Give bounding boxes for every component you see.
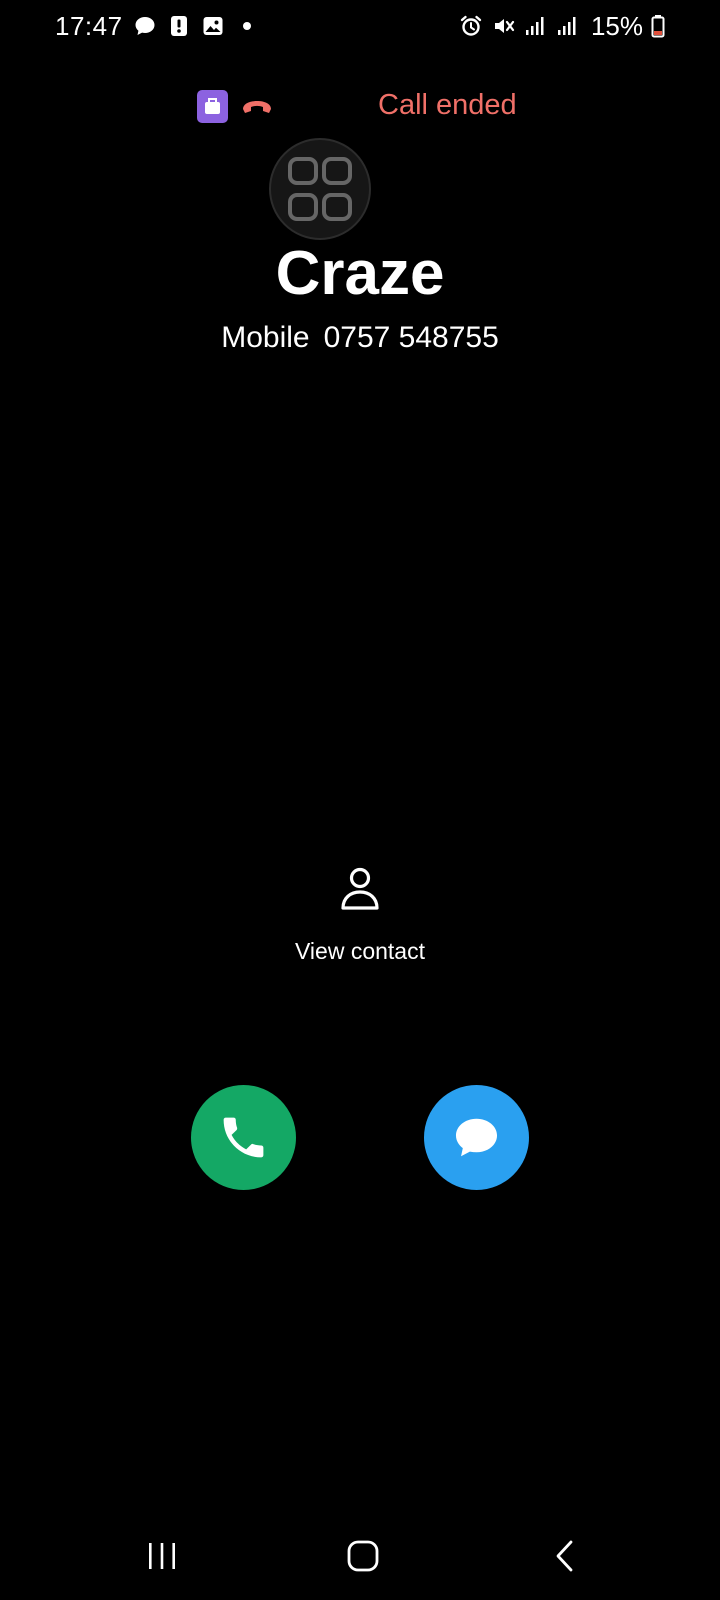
- home-button[interactable]: [332, 1536, 392, 1576]
- call-status: Call ended: [378, 89, 517, 121]
- navigation-bar: [0, 1520, 720, 1592]
- number-type-label: Mobile: [221, 321, 310, 354]
- view-contact-button[interactable]: View contact: [260, 862, 460, 974]
- status-time: 17:47: [55, 10, 123, 41]
- battery-percentage: 15%: [590, 10, 643, 41]
- gallery-icon: [203, 17, 223, 35]
- call-state-row: Call ended: [0, 86, 720, 126]
- signal-icon: [525, 17, 544, 35]
- status-bar: 17:47 15%: [0, 0, 720, 52]
- home-icon: [347, 1540, 379, 1572]
- apps-grid-icon: [288, 157, 352, 221]
- status-bar-left: 17:47: [55, 10, 251, 42]
- vibrate-mute-icon: [494, 19, 515, 33]
- back-icon: [556, 1540, 573, 1572]
- contact-name: Craze: [275, 239, 445, 308]
- recents-button[interactable]: [132, 1536, 192, 1576]
- call-ended-icon: [243, 101, 271, 113]
- work-profile-badge-icon: [197, 90, 228, 123]
- alarm-icon: [460, 15, 482, 36]
- message-bubble-icon: [455, 1118, 498, 1157]
- view-contact-label: View contact: [295, 938, 425, 964]
- chat-bubble-icon: [135, 17, 155, 35]
- back-button[interactable]: [536, 1536, 596, 1576]
- contact-avatar: [269, 138, 371, 240]
- call-back-button[interactable]: [191, 1085, 296, 1190]
- signal-icon: [557, 17, 576, 35]
- phone-icon: [223, 1117, 264, 1158]
- contact-number-row: Mobile 0757 548755: [0, 320, 720, 356]
- alert-icon: [170, 16, 187, 36]
- message-button[interactable]: [424, 1085, 529, 1190]
- phone-number: 0757 548755: [323, 321, 499, 354]
- dot-icon: [242, 22, 251, 30]
- recents-icon: [149, 1543, 175, 1569]
- battery-low-icon: [651, 15, 665, 38]
- status-bar-right: 15%: [459, 10, 665, 42]
- person-icon: [341, 867, 379, 910]
